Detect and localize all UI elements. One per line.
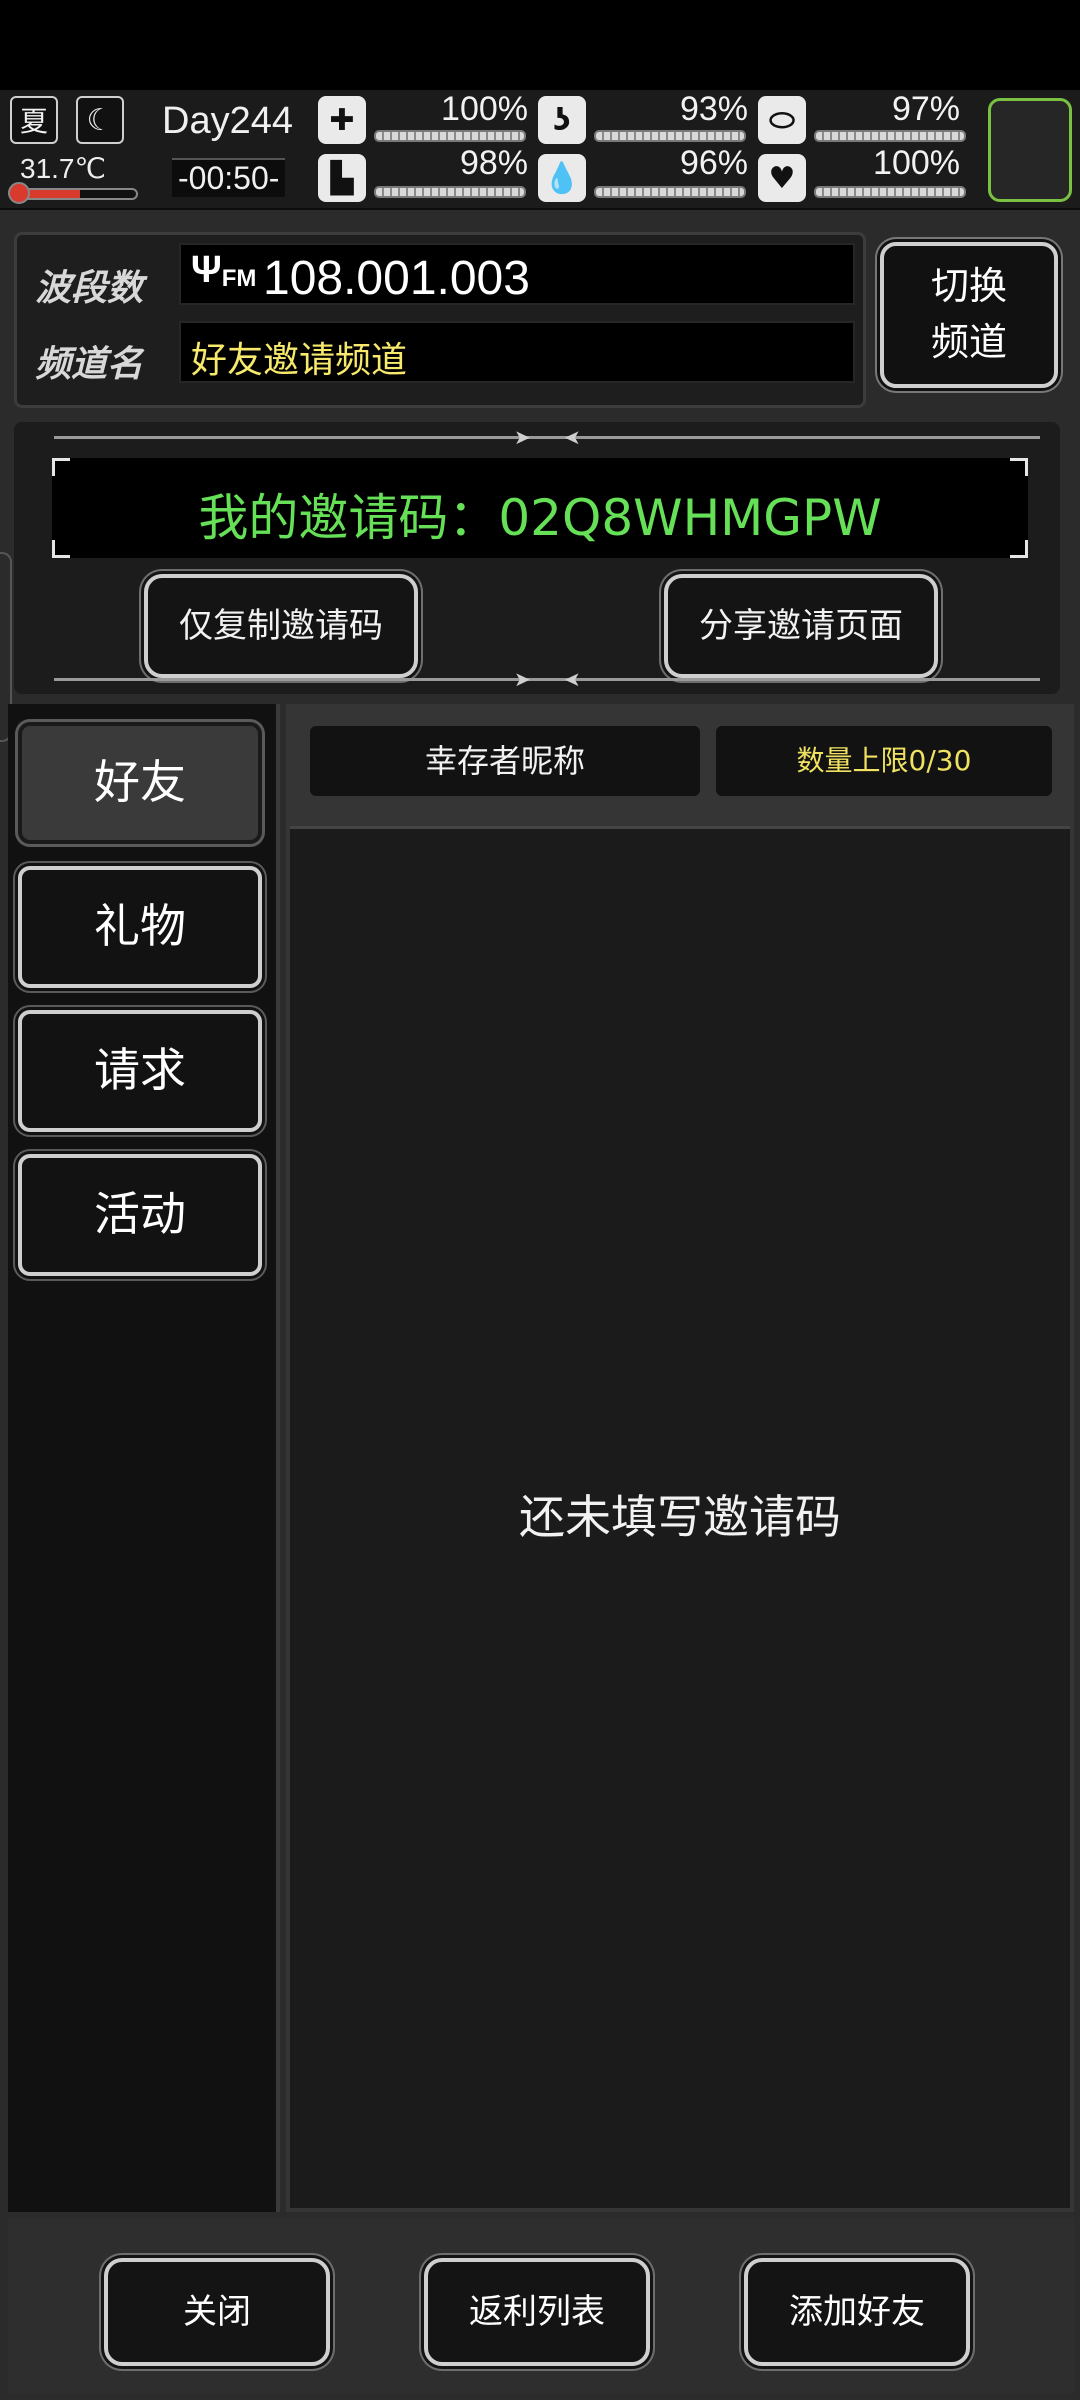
friend-panel: 波段数 ΨFM 108.001.003 频道名 好友邀请频道 切换 频道 ➤ ➤ …	[0, 214, 1080, 2400]
divider-top: ➤ ➤	[54, 425, 1040, 449]
invite-section: ➤ ➤ 我的邀请码：02Q8WHMGPW 仅复制邀请码 分享邀请页面 ➤ ➤	[14, 422, 1060, 694]
stamina-bar	[374, 186, 526, 198]
season-label: 夏	[19, 105, 48, 138]
close-button[interactable]: 关闭	[104, 2258, 330, 2366]
add-friend-button[interactable]: 添加好友	[744, 2258, 970, 2366]
invite-code: 我的邀请码：02Q8WHMGPW	[198, 489, 882, 547]
empty-state-message: 还未填写邀请码	[519, 1490, 841, 1544]
copy-invite-code-button[interactable]: 仅复制邀请码	[144, 574, 418, 678]
medkit-icon: ✚	[318, 96, 366, 144]
heart-icon: ♥	[758, 154, 806, 202]
tab-gifts[interactable]: 礼物	[18, 866, 262, 988]
radio-info: 波段数 ΨFM 108.001.003 频道名 好友邀请频道	[14, 232, 866, 408]
system-status-strip	[0, 0, 1080, 90]
friend-list[interactable]: 还未填写邀请码	[290, 826, 1070, 2208]
equipment-slot[interactable]	[988, 98, 1072, 202]
temperature-value: 31.7℃	[20, 153, 106, 184]
day-clock: Day244 -00:50-	[152, 94, 302, 206]
thirst-bar	[594, 186, 746, 198]
stomach-icon: ʖ	[538, 96, 586, 144]
thermometer-icon	[8, 182, 30, 204]
mood-bar	[814, 186, 966, 198]
game-time: -00:50-	[172, 158, 286, 197]
rebate-list-button[interactable]: 返利列表	[424, 2258, 650, 2366]
medicine-value: 97%	[891, 90, 960, 128]
hunger-value: 93%	[679, 90, 748, 128]
thirst-value: 96%	[679, 144, 748, 182]
tab-events[interactable]: 活动	[18, 1154, 262, 1276]
divider-bottom: ➤ ➤	[54, 667, 1040, 691]
band-field: ΨFM 108.001.003	[179, 243, 855, 305]
channel-field: 好友邀请频道	[179, 321, 855, 383]
moon-icon: ☾	[76, 96, 124, 144]
friend-limit-counter: 数量上限0/30	[716, 726, 1052, 796]
mood-value: 100%	[873, 144, 960, 182]
invite-code-frame: 我的邀请码：02Q8WHMGPW	[52, 458, 1028, 558]
category-tabs: 好友 礼物 请求 活动	[8, 704, 280, 2212]
friend-list-panel: 幸存者昵称 数量上限0/30 还未填写邀请码	[286, 704, 1074, 2212]
health-value: 100%	[441, 90, 528, 128]
status-hud: 夏 ☾ 31.7℃ Day244 -00:50- ✚ 100% ʖ 93% ⬭ …	[0, 90, 1080, 210]
antenna-icon: ΨFM	[191, 249, 257, 292]
stamina-value: 98%	[459, 144, 528, 182]
action-bar: 关闭 返利列表 添加好友	[8, 2218, 1074, 2394]
band-value: 108.001.003	[263, 252, 530, 305]
band-label: 波段数	[35, 268, 144, 309]
hunger-bar	[594, 130, 746, 142]
season-icon: 夏	[10, 96, 58, 144]
column-survivor-name: 幸存者昵称	[310, 726, 700, 796]
channel-value: 好友邀请频道	[191, 340, 408, 381]
pill-icon: ⬭	[758, 96, 806, 144]
tab-friends[interactable]: 好友	[18, 722, 262, 844]
channel-label: 频道名	[35, 344, 144, 385]
water-drop-icon: 💧	[538, 154, 586, 202]
switch-label-line1: 切换	[930, 264, 1007, 308]
medicine-bar	[814, 130, 966, 142]
foot-icon: ▙	[318, 154, 366, 202]
day-counter: Day244	[162, 100, 293, 142]
share-invite-page-button[interactable]: 分享邀请页面	[664, 574, 938, 678]
tab-requests[interactable]: 请求	[18, 1010, 262, 1132]
switch-label-line2: 频道	[930, 320, 1007, 364]
switch-channel-button[interactable]: 切换 频道	[880, 242, 1058, 388]
health-bar	[374, 130, 526, 142]
